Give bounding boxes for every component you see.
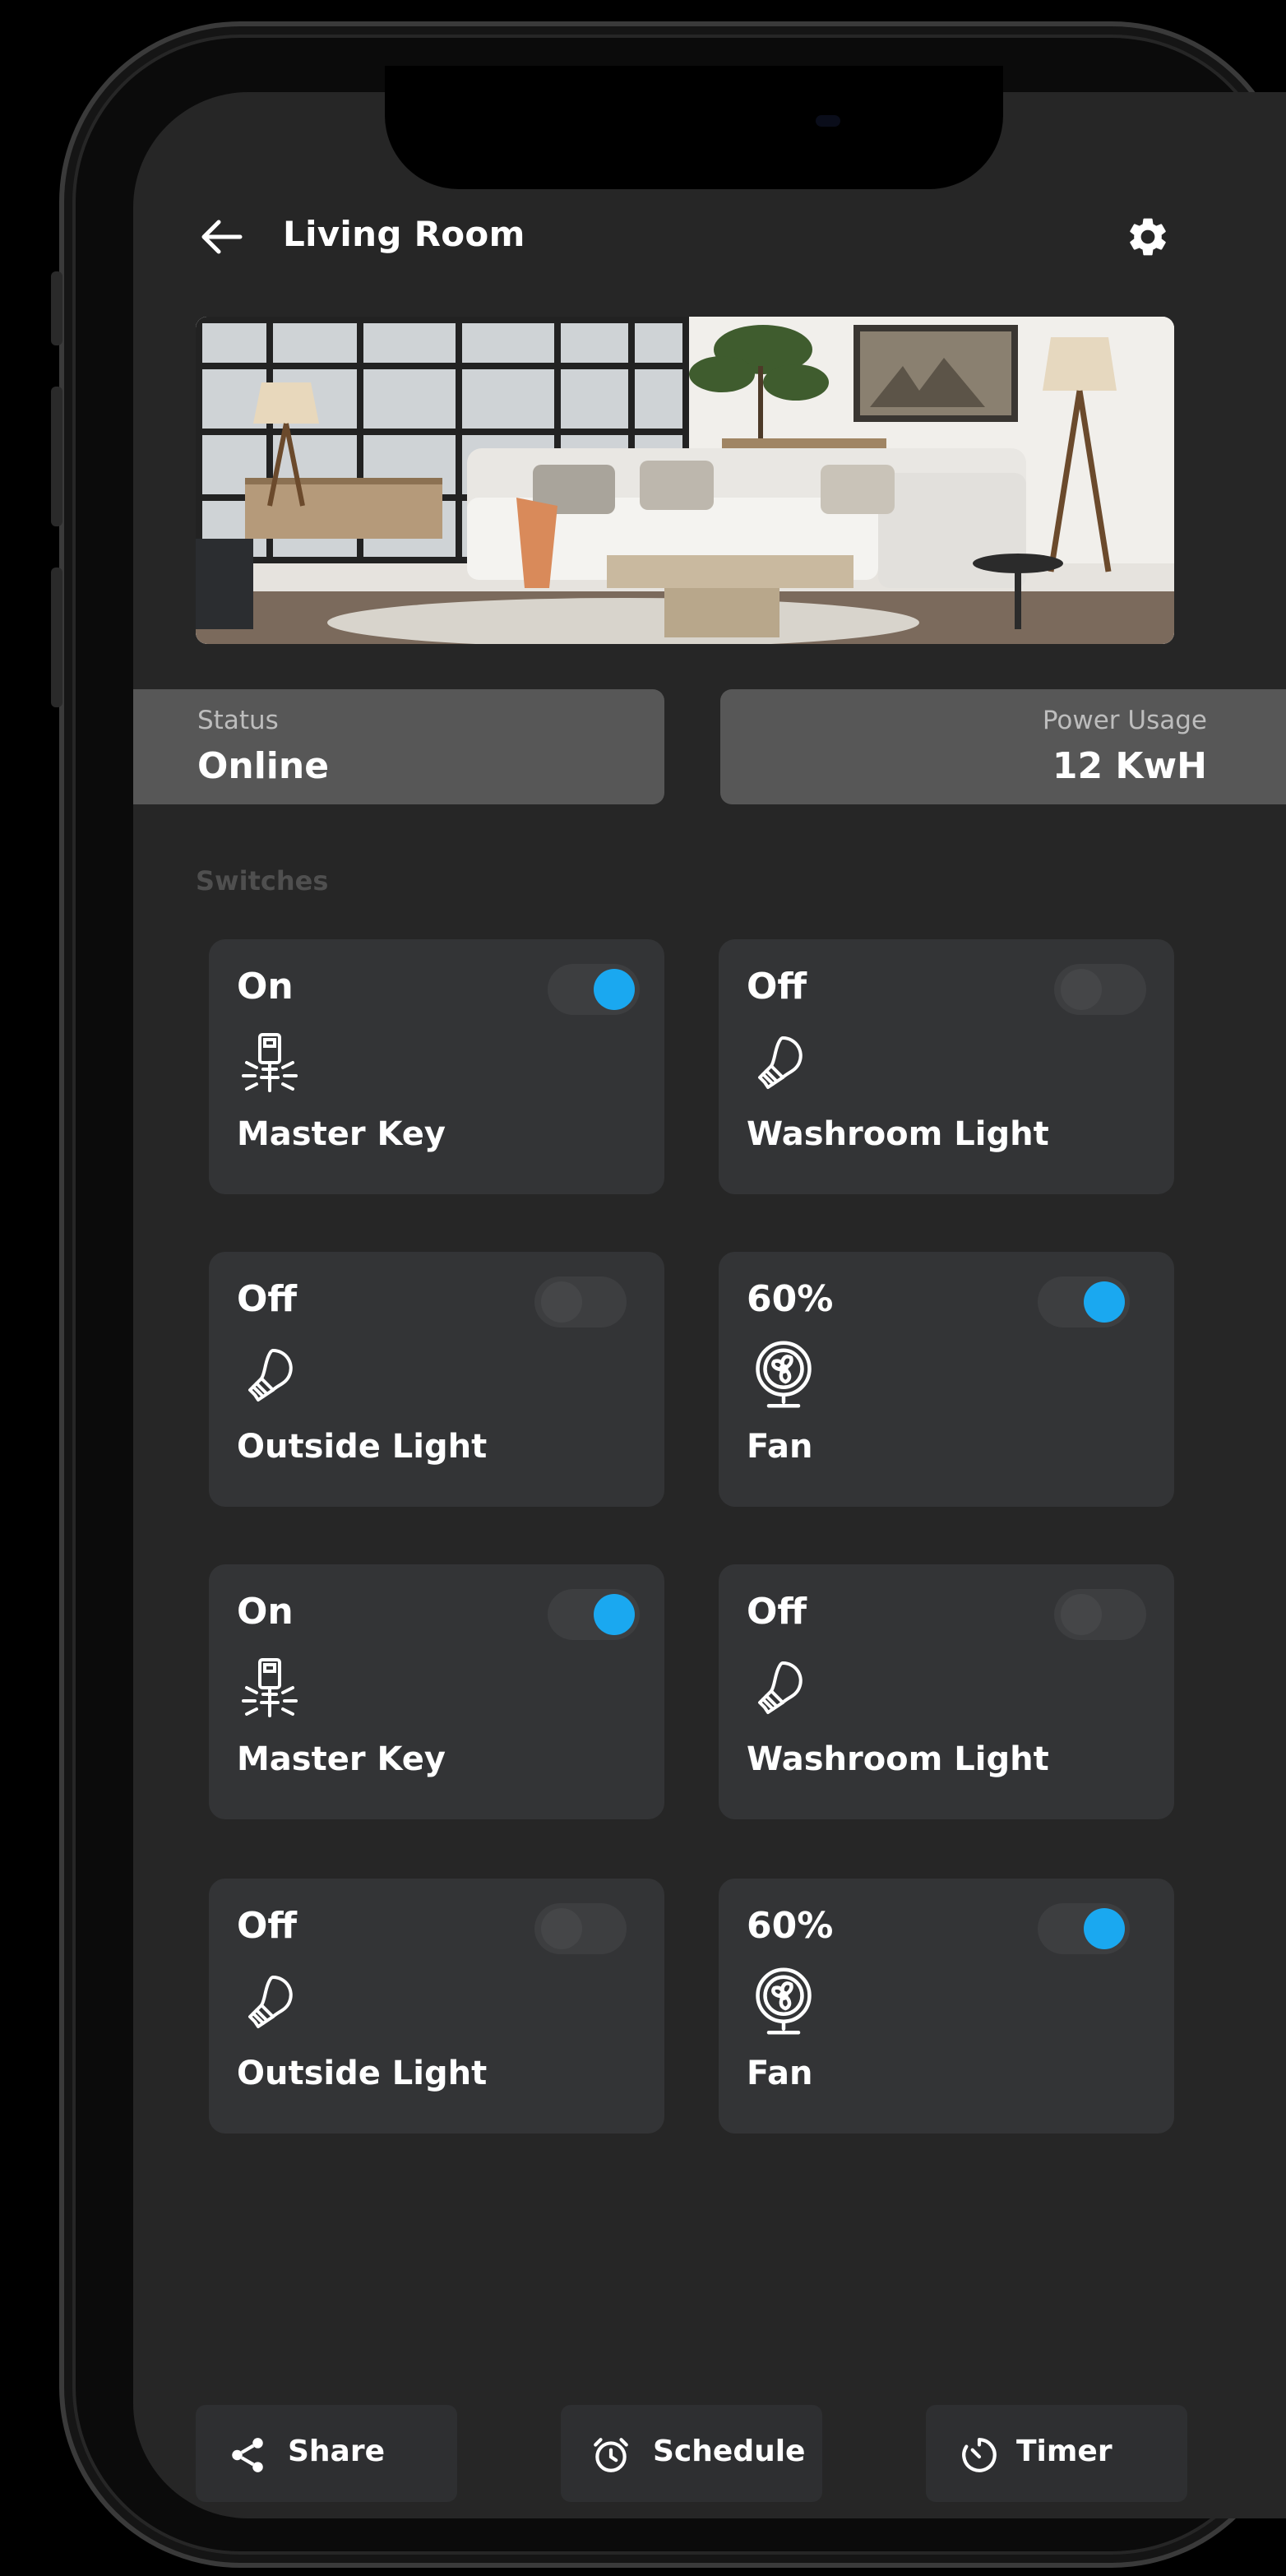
volume-down-button (51, 568, 62, 707)
switch-toggle[interactable] (1038, 1276, 1130, 1327)
timer-icon (962, 2438, 997, 2472)
switch-toggle[interactable] (548, 1589, 640, 1640)
switch-toggle[interactable] (534, 1903, 627, 1954)
switch-state: Off (747, 966, 807, 1008)
app-header: Living Room (197, 206, 1184, 271)
switch-state: On (237, 966, 294, 1008)
alarm-clock-icon (594, 2438, 628, 2472)
status-panel: Status Online (133, 689, 664, 804)
switch-card-washroom-light[interactable]: Off Washroom Light (719, 939, 1174, 1194)
switch-card-master-key[interactable]: On Master Key (209, 1564, 664, 1819)
switch-state: Off (237, 1905, 298, 1947)
schedule-label: Schedule (653, 2435, 806, 2468)
switch-state: 60% (747, 1278, 834, 1320)
room-photo (196, 317, 1174, 644)
switch-card-fan[interactable]: 60% Fan (719, 1252, 1174, 1507)
switch-toggle[interactable] (534, 1276, 627, 1327)
power-usage-label: Power Usage (1042, 706, 1207, 735)
power-usage-value: 12 KwH (1052, 745, 1207, 787)
switch-card-washroom-light[interactable]: Off Washroom Light (719, 1564, 1174, 1819)
switch-toggle[interactable] (548, 964, 640, 1015)
switch-name: Outside Light (237, 1428, 488, 1466)
switch-card-outside-light[interactable]: Off Outside Light (209, 1879, 664, 2134)
switch-name: Master Key (237, 1115, 446, 1153)
timer-button[interactable]: Timer (926, 2405, 1187, 2502)
remote-icon (242, 1033, 298, 1092)
status-value: Online (197, 745, 330, 787)
switch-toggle[interactable] (1054, 964, 1146, 1015)
switch-card-fan[interactable]: 60% Fan (719, 1879, 1174, 2134)
fan-icon (756, 1341, 812, 1408)
switch-name: Fan (747, 2055, 813, 2092)
share-label: Share (288, 2435, 386, 2468)
switch-name: Washroom Light (747, 1115, 1049, 1153)
switch-state: Off (237, 1278, 298, 1320)
notch (385, 66, 1003, 189)
share-icon (232, 2438, 263, 2472)
switch-state: Off (747, 1591, 807, 1633)
volume-up-button (51, 387, 62, 526)
switches-section-label: Switches (196, 865, 329, 897)
timer-label: Timer (1016, 2435, 1113, 2468)
switch-state: On (237, 1591, 294, 1633)
bulb-icon (758, 1661, 803, 1714)
page-title: Living Room (283, 214, 525, 254)
share-button[interactable]: Share (196, 2405, 457, 2502)
camera (816, 115, 840, 127)
switch-name: Fan (747, 1428, 813, 1466)
switch-toggle[interactable] (1038, 1903, 1130, 1954)
switch-state: 60% (747, 1905, 834, 1947)
switch-name: Washroom Light (747, 1740, 1049, 1778)
bulb-icon (758, 1036, 803, 1089)
bulb-icon (248, 1349, 293, 1402)
power-usage-panel: Power Usage 12 KwH (720, 689, 1286, 804)
status-label: Status (197, 706, 279, 735)
switch-card-master-key[interactable]: On Master Key (209, 939, 664, 1194)
switch-name: Master Key (237, 1740, 446, 1778)
fan-icon (756, 1967, 812, 2035)
mute-switch (51, 271, 62, 345)
gear-icon[interactable] (1125, 214, 1171, 260)
switch-card-outside-light[interactable]: Off Outside Light (209, 1252, 664, 1507)
schedule-button[interactable]: Schedule (561, 2405, 822, 2502)
bulb-icon (248, 1976, 293, 2028)
switch-name: Outside Light (237, 2055, 488, 2092)
back-arrow-icon[interactable] (197, 215, 245, 258)
remote-icon (242, 1658, 298, 1717)
switch-toggle[interactable] (1054, 1589, 1146, 1640)
